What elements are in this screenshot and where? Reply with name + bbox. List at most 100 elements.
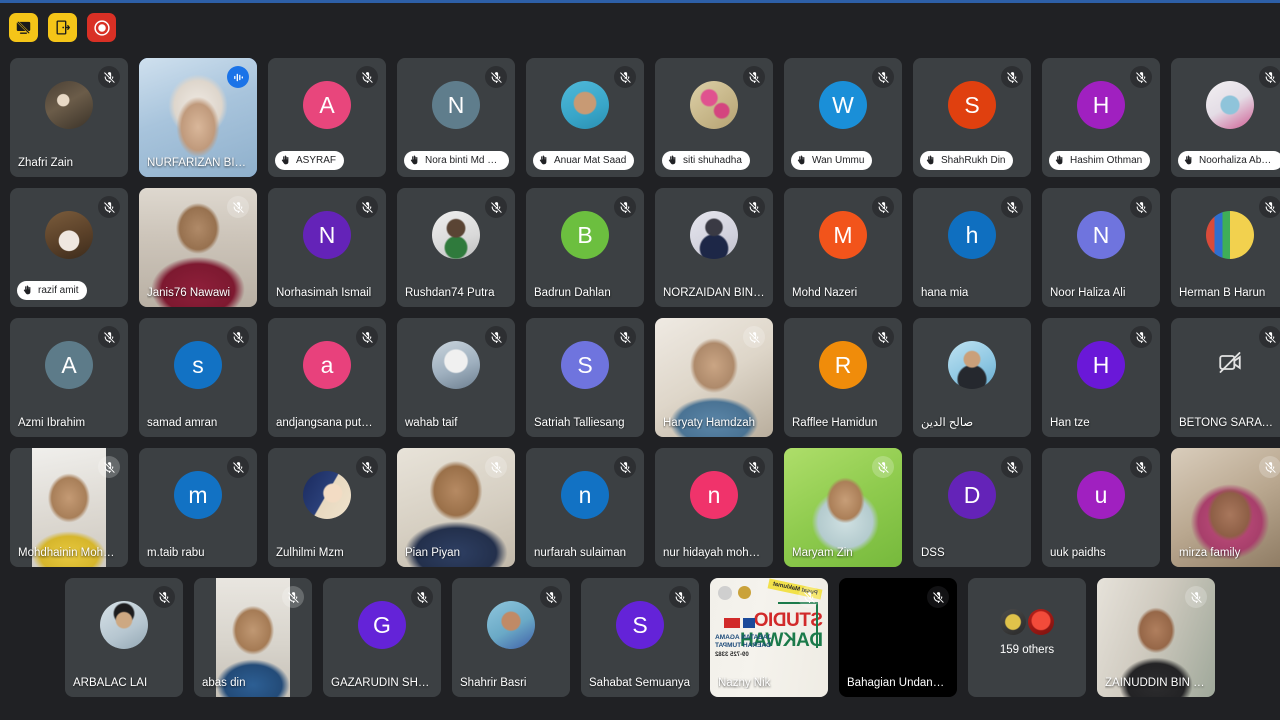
mic-muted-icon <box>1001 196 1023 218</box>
record-button[interactable] <box>87 13 116 42</box>
avatar <box>432 341 480 389</box>
leave-meeting-button[interactable] <box>48 13 77 42</box>
mic-muted-icon <box>1259 196 1280 218</box>
participant-tile[interactable]: W Wan Ummu <box>784 58 902 177</box>
participant-name: Noorhaliza Abu B... <box>1199 155 1275 166</box>
exit-door-icon <box>54 19 71 36</box>
hand-raise-icon <box>666 154 679 167</box>
hand-raise-icon <box>1182 154 1195 167</box>
participant-tile[interactable]: siti shuhadha <box>655 58 773 177</box>
participant-tile[interactable]: BETONG SARAWAK <box>1171 318 1280 437</box>
participant-tile[interactable]: u uuk paidhs <box>1042 448 1160 567</box>
avatar-initial: A <box>319 91 335 118</box>
hand-raise-icon <box>1053 154 1066 167</box>
participant-tile[interactable]: N Noor Haliza Ali <box>1042 188 1160 307</box>
mic-muted-icon <box>614 196 636 218</box>
participant-tile[interactable]: صالح الدين <box>913 318 1031 437</box>
mic-muted-icon <box>98 196 120 218</box>
participant-tile[interactable]: N Norhasimah Ismail <box>268 188 386 307</box>
participant-name: abas din <box>202 677 246 689</box>
participant-name-badge: ShahRukh Din <box>920 151 1014 170</box>
participant-tile[interactable]: S Satriah Talliesang <box>526 318 644 437</box>
avatar <box>1206 81 1254 129</box>
participant-tile[interactable]: NORZAIDAN BIN HA... <box>655 188 773 307</box>
participant-name: Mohdhainin Mohdh... <box>18 547 120 559</box>
avatar-initial: H <box>1092 91 1110 118</box>
participant-tile[interactable]: Shahrir Basri <box>452 578 570 697</box>
mic-muted-icon <box>1001 456 1023 478</box>
participant-grid: Zhafri ZainNURFARIZAN BINTI ...AASYRAFNN… <box>0 58 1280 720</box>
avatar: H <box>1077 81 1125 129</box>
participant-tile[interactable]: NURFARIZAN BINTI ... <box>139 58 257 177</box>
participant-name: nurfarah sulaiman <box>534 547 627 559</box>
participant-tile[interactable]: mirza family <box>1171 448 1280 567</box>
mic-muted-icon <box>1130 326 1152 348</box>
participant-tile[interactable]: Pusat Maklumat STUDIO DAKWAH JABATAN AGAMA D… <box>710 578 828 697</box>
mic-muted-icon <box>356 326 378 348</box>
participant-tile[interactable]: Rushdan74 Putra <box>397 188 515 307</box>
participant-row: razif amit Janis76 Nawawi N Norhasimah Isma… <box>0 188 1280 307</box>
participant-tile[interactable]: n nurfarah sulaiman <box>526 448 644 567</box>
participant-tile[interactable]: h hana mia <box>913 188 1031 307</box>
participant-tile[interactable]: m m.taib rabu <box>139 448 257 567</box>
participant-tile[interactable]: Pian Piyan <box>397 448 515 567</box>
participant-name-badge: razif amit <box>17 281 87 300</box>
mic-muted-icon <box>1130 196 1152 218</box>
hand-raise-icon <box>408 154 421 167</box>
mic-muted-icon <box>614 66 636 88</box>
hand-raise-icon <box>21 284 34 297</box>
participant-name: Pian Piyan <box>405 547 460 559</box>
participant-tile[interactable]: H Han tze <box>1042 318 1160 437</box>
participant-tile[interactable]: S Sahabat Semuanya <box>581 578 699 697</box>
participant-name: Satriah Talliesang <box>534 417 625 429</box>
participant-tile[interactable]: ZAINUDDIN BIN OT... <box>1097 578 1215 697</box>
hand-raise-icon <box>537 154 550 167</box>
participant-name: siti shuhadha <box>683 155 742 166</box>
participant-tile[interactable]: Zhafri Zain <box>10 58 128 177</box>
avatar: S <box>561 341 609 389</box>
overflow-avatars <box>1000 609 1054 635</box>
participant-tile[interactable]: 159 others <box>968 578 1086 697</box>
avatar <box>45 81 93 129</box>
participant-tile[interactable]: wahab taif <box>397 318 515 437</box>
avatar: H <box>1077 341 1125 389</box>
participant-tile[interactable]: Bahagian Undang-U... <box>839 578 957 697</box>
participant-tile[interactable]: Haryaty Hamdzah <box>655 318 773 437</box>
participant-name: Zhafri Zain <box>18 157 73 169</box>
participant-name: uuk paidhs <box>1050 547 1106 559</box>
participant-tile[interactable]: A Azmi Ibrahim <box>10 318 128 437</box>
participant-tile[interactable]: n nur hidayah mohd isa <box>655 448 773 567</box>
mic-muted-icon <box>98 66 120 88</box>
participant-tile[interactable]: N Nora binti Md Naz... <box>397 58 515 177</box>
mic-muted-icon <box>356 66 378 88</box>
participant-tile[interactable]: Herman B Harun <box>1171 188 1280 307</box>
participant-name: ARBALAC LAI <box>73 677 148 689</box>
hand-raise-icon <box>279 154 292 167</box>
mic-muted-icon <box>227 196 249 218</box>
participant-tile[interactable]: M Mohd Nazeri <box>784 188 902 307</box>
avatar: h <box>948 211 996 259</box>
avatar-initial: S <box>577 351 593 378</box>
participant-tile[interactable]: s samad amran <box>139 318 257 437</box>
participant-tile[interactable]: G GAZARUDIN SHAH <box>323 578 441 697</box>
stop-presenting-button[interactable] <box>9 13 38 42</box>
participant-tile[interactable]: abas din <box>194 578 312 697</box>
participant-tile[interactable]: Anuar Mat Saad <box>526 58 644 177</box>
participant-tile[interactable]: Janis76 Nawawi <box>139 188 257 307</box>
participant-tile[interactable]: razif amit <box>10 188 128 307</box>
avatar: N <box>1077 211 1125 259</box>
participant-tile[interactable]: R Rafflee Hamidun <box>784 318 902 437</box>
participant-tile[interactable]: Mohdhainin Mohdh... <box>10 448 128 567</box>
participant-tile[interactable]: ARBALAC LAI <box>65 578 183 697</box>
participant-tile[interactable]: A ASYRAF <box>268 58 386 177</box>
participant-tile[interactable]: Noorhaliza Abu B... <box>1171 58 1280 177</box>
mic-muted-icon <box>1259 326 1280 348</box>
participant-name: Han tze <box>1050 417 1090 429</box>
participant-tile[interactable]: a andjangsana putera ... <box>268 318 386 437</box>
participant-tile[interactable]: Maryam Zin <box>784 448 902 567</box>
participant-tile[interactable]: D DSS <box>913 448 1031 567</box>
participant-tile[interactable]: Zulhilmi Mzm <box>268 448 386 567</box>
participant-tile[interactable]: B Badrun Dahlan <box>526 188 644 307</box>
participant-tile[interactable]: S ShahRukh Din <box>913 58 1031 177</box>
participant-tile[interactable]: H Hashim Othman <box>1042 58 1160 177</box>
